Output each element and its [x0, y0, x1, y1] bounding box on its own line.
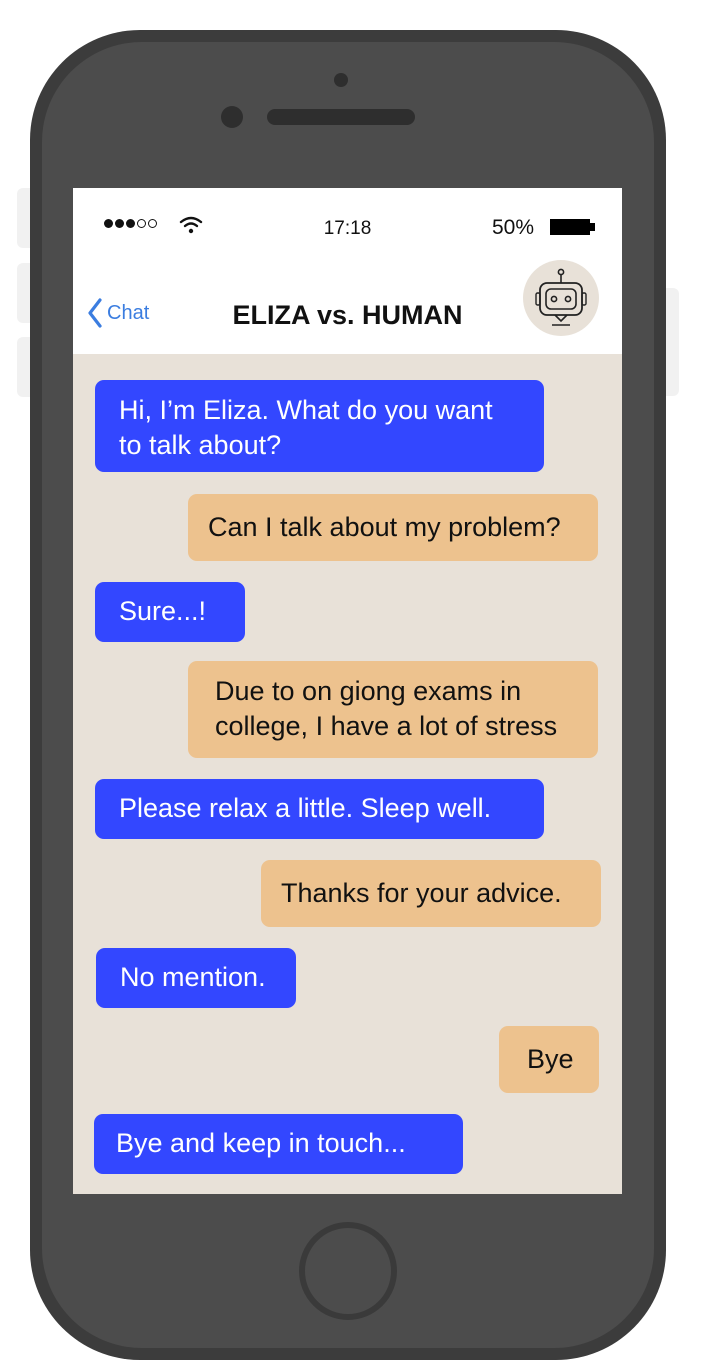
message-text: Please relax a little. Sleep well. — [119, 793, 492, 823]
eliza-message: Bye and keep in touch... — [94, 1114, 463, 1174]
message-text: Can I talk about my problem? — [208, 512, 561, 542]
message-text: Hi, I’m Eliza. What do you want to talk … — [119, 395, 493, 460]
battery-percent: 50% — [492, 216, 535, 239]
message-text: Bye and keep in touch... — [116, 1128, 406, 1158]
message-text: No mention. — [120, 962, 266, 992]
avatar[interactable] — [523, 260, 599, 336]
status-time: 17:18 — [323, 218, 372, 239]
message-text: Due to on giong exams in college, I have… — [215, 676, 558, 741]
earpiece-speaker — [267, 109, 415, 125]
home-button[interactable] — [299, 1222, 397, 1320]
battery-icon — [550, 219, 590, 235]
human-message: Bye — [499, 1026, 599, 1093]
phone-screen: 17:18 50% Chat ELIZA vs. HUMAN Hi, I’m E… — [73, 188, 622, 1194]
message-text: Bye — [527, 1044, 574, 1074]
proximity-sensor — [334, 73, 348, 87]
battery-tip — [590, 223, 595, 231]
front-camera — [221, 106, 243, 128]
human-message: Thanks for your advice. — [261, 860, 601, 927]
robot-icon — [535, 268, 587, 326]
message-text: Sure...! — [119, 596, 207, 626]
eliza-message: No mention. — [96, 948, 296, 1008]
eliza-message: Sure...! — [95, 582, 245, 642]
eliza-message: Please relax a little. Sleep well. — [95, 779, 544, 839]
human-message: Can I talk about my problem? — [188, 494, 598, 561]
status-bar: 17:18 50% — [73, 188, 622, 268]
human-message: Due to on giong exams in college, I have… — [188, 661, 598, 758]
eliza-message: Hi, I’m Eliza. What do you want to talk … — [95, 380, 544, 472]
message-text: Thanks for your advice. — [281, 878, 562, 908]
